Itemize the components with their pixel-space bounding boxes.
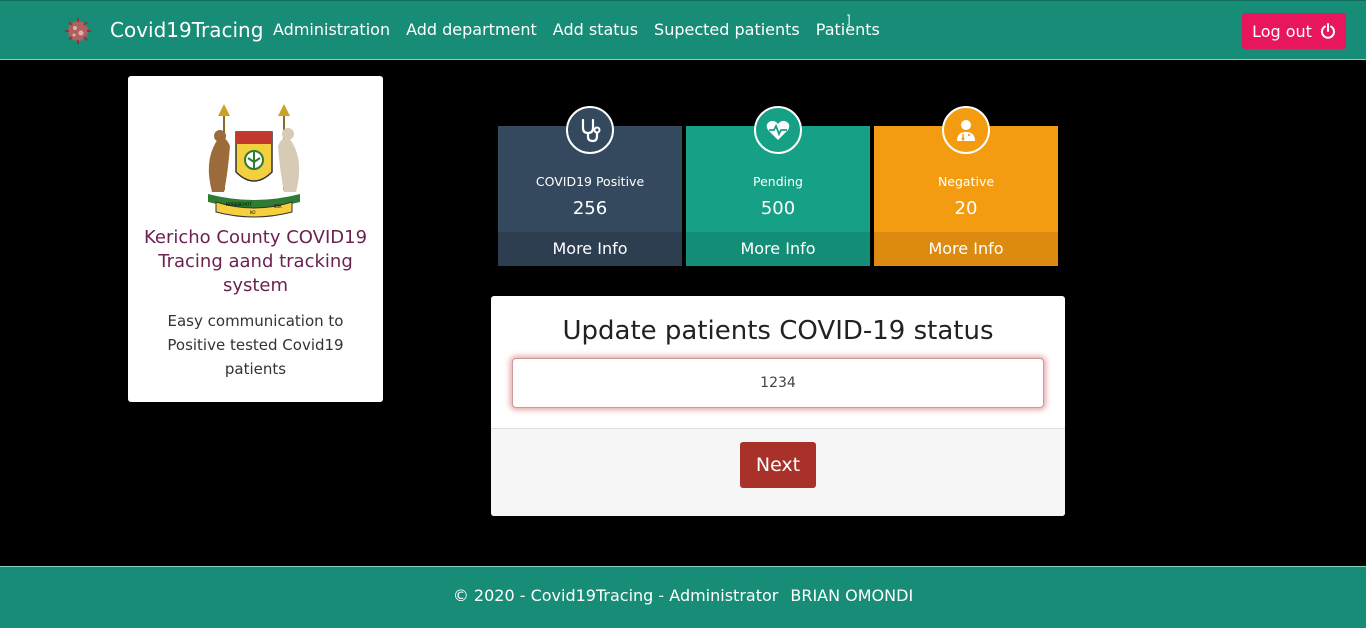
- county-info-card: NOBEBEIYOT KO IBIK Kericho County COVID1…: [128, 76, 383, 402]
- heartbeat-icon: [754, 106, 802, 154]
- stat-positive-label: COVID19 Positive: [535, 174, 645, 189]
- nav-add-department[interactable]: Add department: [406, 20, 537, 39]
- stat-negative-more-info[interactable]: More Info: [874, 232, 1058, 266]
- nav-add-status[interactable]: Add status: [553, 20, 638, 39]
- county-system-description: Easy communication to Positive tested Co…: [167, 312, 344, 378]
- footer-copyright: © 2020 - Covid19Tracing - Administrator: [452, 586, 779, 605]
- next-button[interactable]: Next: [740, 442, 816, 488]
- brand-link[interactable]: Covid19Tracing: [110, 18, 263, 42]
- stat-positive-more-info[interactable]: More Info: [498, 232, 682, 266]
- stat-pending-card: Pending 500 More Info: [686, 106, 870, 266]
- page-footer: © 2020 - Covid19Tracing - Administrator B…: [0, 566, 1366, 628]
- stat-positive-value: 256: [572, 198, 608, 219]
- nav-stray-mark: ]: [846, 13, 851, 27]
- update-card-footer: Next: [491, 428, 1065, 516]
- stat-pending-more-info[interactable]: More Info: [686, 232, 870, 266]
- county-system-title: Kericho County COVID19 Tracing aand trac…: [143, 227, 368, 296]
- power-icon: [1320, 23, 1335, 39]
- crest-motto-1: NOBEBEIYOT: [226, 202, 252, 207]
- stethoscope-icon: [566, 106, 614, 154]
- doctor-icon: [942, 106, 990, 154]
- update-status-title: Update patients COVID-19 status: [562, 316, 994, 346]
- virus-icon[interactable]: [64, 17, 92, 45]
- patient-id-input[interactable]: [512, 358, 1044, 408]
- stat-pending-label: Pending: [753, 174, 803, 189]
- footer-user: BRIAN OMONDI: [790, 586, 914, 605]
- logout-button[interactable]: Log out: [1242, 13, 1346, 49]
- crest-motto-2: KO: [250, 210, 256, 215]
- stat-negative-value: 20: [954, 198, 978, 219]
- county-coat-of-arms-icon: NOBEBEIYOT KO IBIK: [208, 104, 300, 218]
- crest-motto-3: IBIK: [274, 204, 282, 209]
- stat-pending-value: 500: [760, 198, 796, 219]
- update-status-card: Update patients COVID-19 status Next: [491, 296, 1065, 516]
- stat-negative-card: Negative 20 More Info: [874, 106, 1058, 266]
- stat-negative-label: Negative: [937, 174, 995, 189]
- top-navbar: Covid19Tracing Administration Add depart…: [0, 0, 1366, 60]
- logout-label: Log out: [1252, 21, 1312, 41]
- nav-suspected-patients[interactable]: Supected patients: [654, 20, 800, 39]
- main-nav: Administration Add department Add status…: [273, 20, 896, 39]
- nav-administration[interactable]: Administration: [273, 20, 390, 39]
- stat-positive-card: COVID19 Positive 256 More Info: [498, 106, 682, 266]
